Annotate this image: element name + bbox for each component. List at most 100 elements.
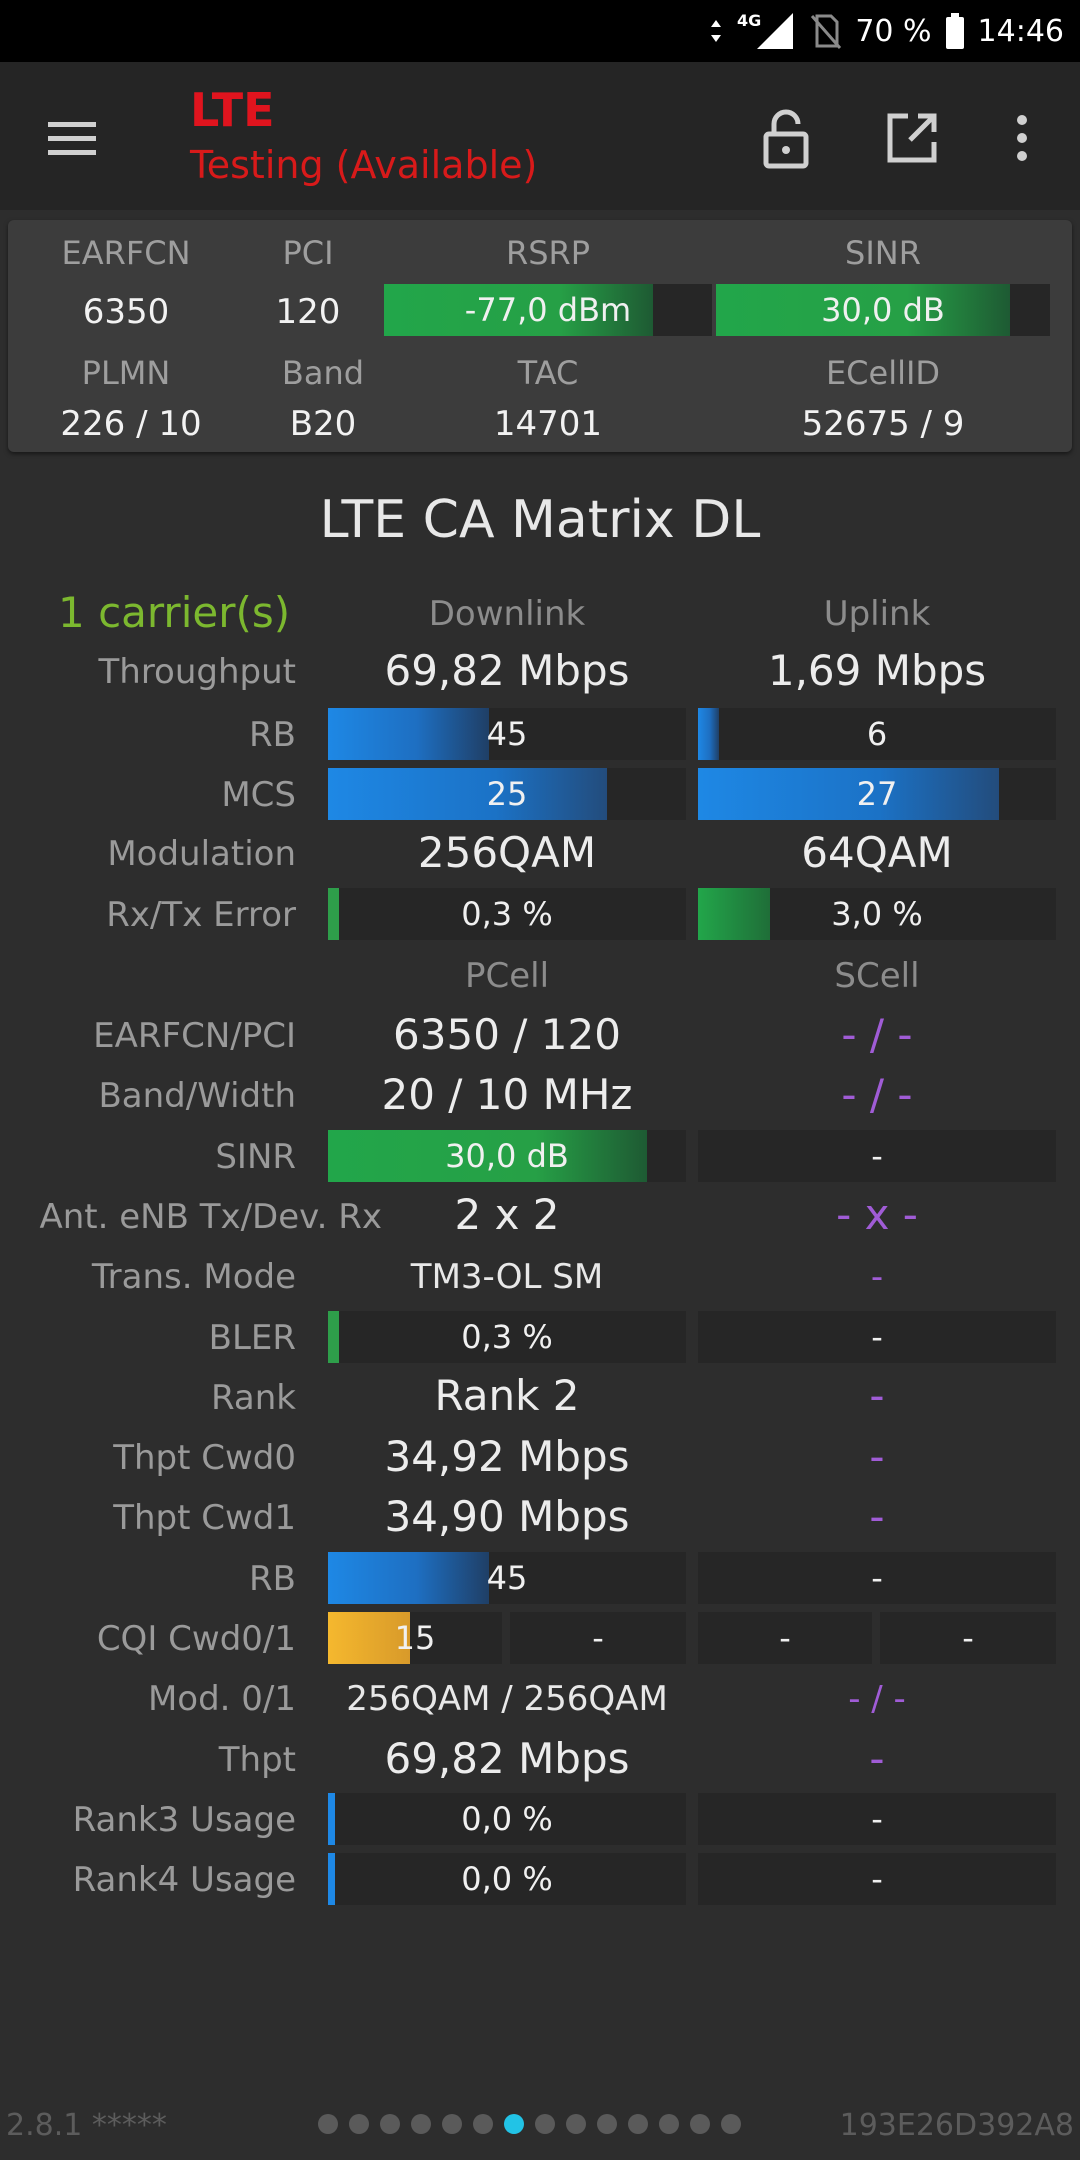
app-version: 2.8.1 ***** [6,2108,167,2143]
rank-label: Rank [211,1378,296,1418]
pcell-thpt-cwd0: 34,92 Mbps [384,1432,630,1481]
dl-rb-bar: 45 [328,708,686,760]
ecellid-value: 52675 / 9 [801,404,965,444]
data-arrows-icon [709,18,723,44]
pcell-rb-value: 45 [486,1559,528,1597]
status-icons: 4G 70 % 14:46 [709,0,1064,62]
ul-error-value: 3,0 % [831,895,923,933]
signal-4g-icon: 4G [735,11,797,51]
scell-sinr-bar: - [698,1130,1056,1182]
dl-mcs-bar: 25 [328,768,686,820]
device-id: 193E26D392A8 [839,2108,1074,2143]
scell-thpt: - [869,1734,885,1783]
pcell-cqi1-bar: - [510,1612,686,1664]
uplink-header: Uplink [823,594,931,634]
thpt-cwd1-label: Thpt Cwd1 [113,1498,296,1538]
scell-bler-bar: - [698,1311,1056,1363]
pcell-cqi0-bar: 15 [328,1612,502,1664]
menu-button[interactable] [36,102,108,174]
page-dot[interactable] [380,2114,400,2134]
dl-modulation: 256QAM [417,828,597,877]
page-dot[interactable] [349,2114,369,2134]
pcell-mod01: 256QAM / 256QAM [346,1679,668,1719]
pcell-bler-value: 0,3 % [461,1318,553,1356]
page-dot[interactable] [628,2114,648,2134]
page-dot[interactable] [442,2114,462,2134]
scell-cqi0-bar: - [698,1612,872,1664]
page-dot[interactable] [721,2114,741,2134]
scell-rank: - [869,1371,885,1420]
ul-modulation: 64QAM [801,828,953,877]
title-block: LTE Testing (Available) [190,80,537,190]
scell-rank4-value: - [871,1860,883,1898]
scell-header: SCell [834,956,920,996]
ul-mcs-bar: 27 [698,768,1056,820]
pcell-rank3-bar: 0,0 % [328,1793,686,1845]
page-indicator[interactable] [318,2114,741,2134]
pcell-rank3-value: 0,0 % [461,1800,553,1838]
pcell-cqi1-value: - [592,1619,604,1657]
pcell-header: PCell [464,956,550,996]
app-bar: LTE Testing (Available) [0,62,1080,210]
page-dot[interactable] [535,2114,555,2134]
clock: 14:46 [977,13,1064,49]
scell-rank3-value: - [871,1800,883,1838]
page-dot[interactable] [566,2114,586,2134]
scell-mod01: - / - [848,1679,906,1719]
rb-label: RB [249,715,296,755]
scell-bler-value: - [871,1318,883,1356]
lock-button[interactable] [750,102,822,174]
serving-cell-card: EARFCN PCI RSRP SINR 6350 120 -77,0 dBm … [8,220,1072,452]
page-dot[interactable] [473,2114,493,2134]
app-subtitle: Testing (Available) [190,143,538,187]
sinr-value: 30,0 dB [821,291,945,329]
thpt-cwd0-label: Thpt Cwd0 [113,1438,296,1478]
scell-band-width: - / - [841,1070,913,1119]
pcell-rank: Rank 2 [434,1371,580,1420]
dl-error-bar: 0,3 % [328,888,686,940]
popout-button[interactable] [876,102,948,174]
earfcn-pci-label: EARFCN/PCI [93,1016,296,1056]
dl-error-value: 0,3 % [461,895,553,933]
unlocked-padlock-icon [763,109,809,169]
pci-value: 120 [275,292,341,332]
earfcn-value: 6350 [82,292,170,332]
svg-text:4G: 4G [737,11,761,30]
pcell-sinr-label: SINR [215,1137,296,1177]
scell-rb-bar: - [698,1552,1056,1604]
page-dot[interactable] [659,2114,679,2134]
carrier-count: 1 carrier(s) [58,588,291,637]
modulation-label: Modulation [107,834,296,874]
overflow-menu-button[interactable] [986,102,1058,174]
pcell-thpt-cwd1: 34,90 Mbps [384,1492,630,1541]
tac-label: TAC [517,354,579,392]
page-dot-active[interactable] [504,2114,524,2134]
pcell-cqi0-value: 15 [394,1619,436,1657]
page-dot[interactable] [690,2114,710,2134]
page-dot[interactable] [597,2114,617,2134]
scell-earfcn-pci: - / - [841,1010,913,1059]
sinr-bar: 30,0 dB [716,284,1050,336]
rsrp-label: RSRP [505,234,591,272]
pcell-rb-bar: 45 [328,1552,686,1604]
page-dot[interactable] [318,2114,338,2134]
scell-cqi0-value: - [779,1619,791,1657]
sinr-label: SINR [845,234,921,272]
pcell-trans-mode: TM3-OL SM [410,1257,604,1297]
band-width-label: Band/Width [98,1076,296,1116]
open-external-icon [887,113,937,163]
ul-mcs-value: 27 [856,775,898,813]
page-dot[interactable] [411,2114,431,2134]
scell-rb-value: - [871,1559,883,1597]
dl-mcs-value: 25 [486,775,528,813]
rsrp-bar: -77,0 dBm [384,284,712,336]
scell-thpt-cwd0: - [869,1432,885,1481]
scell-sinr-value: - [871,1137,883,1175]
tac-value: 14701 [493,404,603,444]
pcell-bler-bar: 0,3 % [328,1311,686,1363]
pcell-sinr-value: 30,0 dB [445,1137,569,1175]
thpt-label: Thpt [218,1740,296,1780]
downlink-header: Downlink [428,594,586,634]
rsrp-value: -77,0 dBm [464,291,632,329]
scell-antennas: - x - [836,1190,918,1239]
